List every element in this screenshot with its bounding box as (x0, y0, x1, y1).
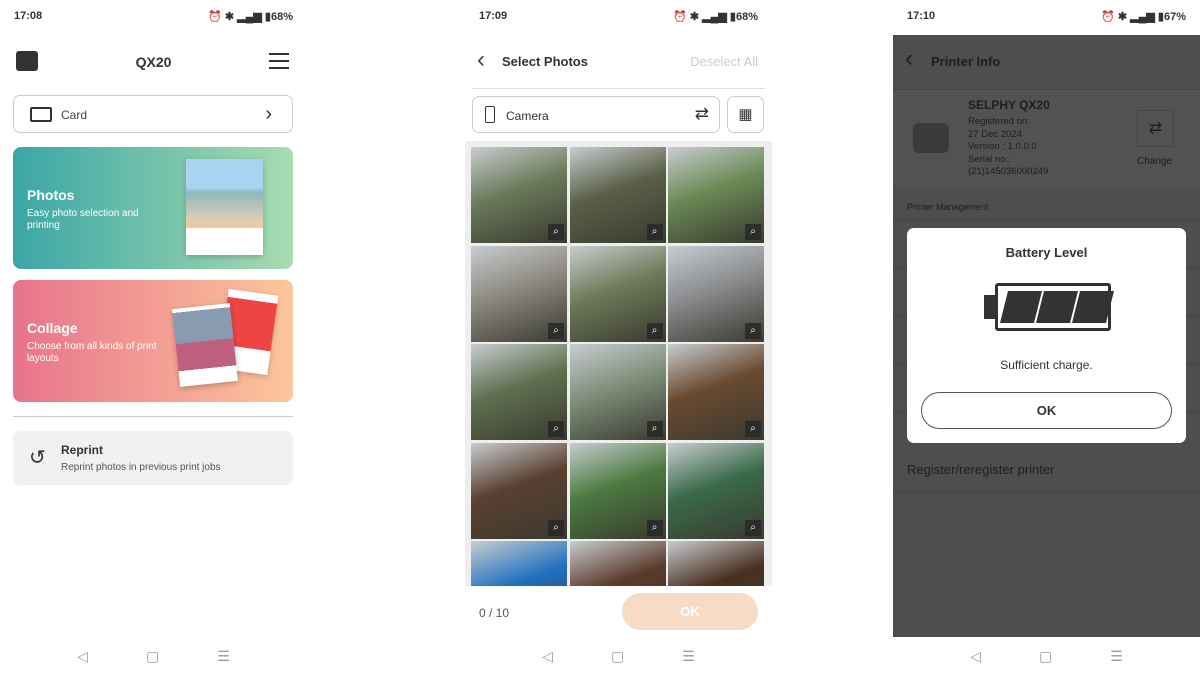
album-selector[interactable]: Camera ⇄ (472, 96, 720, 133)
calendar-button[interactable]: ▦ (727, 96, 764, 133)
status-battery: ⏰ ✱ ▂▄▆ ▮68% (208, 11, 293, 23)
back-nav-icon[interactable]: ◁ (77, 648, 88, 665)
reprint-card[interactable]: ↺ Reprint Reprint photos in previous pri… (13, 431, 293, 485)
printer-name: SELPHY QX20 (968, 98, 1050, 112)
page-title: Select Photos (502, 54, 588, 69)
photo-thumbnail[interactable]: ⌕ (471, 147, 567, 243)
ok-button[interactable]: OK (622, 593, 758, 630)
home-nav-icon[interactable]: ▢ (611, 648, 624, 665)
status-bar: 17:09 ⏰ ✱ ▂▄▆ ▮68% (479, 10, 758, 23)
status-time: 17:08 (14, 10, 43, 22)
page-title: QX20 (135, 54, 172, 70)
back-nav-icon[interactable]: ◁ (542, 648, 553, 665)
zoom-icon[interactable]: ⌕ (745, 224, 761, 240)
photo-thumbnail[interactable]: ⌕ (668, 442, 764, 539)
zoom-icon[interactable]: ⌕ (548, 519, 564, 536)
status-time: 17:10 (907, 10, 936, 22)
change-printer-button[interactable]: ⇄ (1137, 110, 1174, 147)
zoom-icon[interactable]: ⌕ (745, 421, 761, 437)
page-title: Printer Info (931, 54, 1001, 69)
back-icon[interactable]: ‹ (905, 45, 913, 73)
photo-thumbnail[interactable]: ⌕ (569, 147, 666, 243)
header: QX20 (0, 50, 307, 74)
back-nav-icon[interactable]: ◁ (970, 648, 981, 665)
zoom-icon[interactable]: ⌕ (548, 421, 564, 437)
reprint-subtitle: Reprint photos in previous print jobs (61, 462, 221, 473)
selection-count: 0 / 10 (479, 606, 510, 620)
zoom-icon[interactable]: ⌕ (548, 322, 564, 339)
dialog-message: Sufficient charge. (1000, 358, 1093, 372)
status-time: 17:09 (479, 10, 508, 22)
source-selector[interactable]: Card › (13, 95, 293, 133)
home-nav-icon[interactable]: ▢ (146, 648, 159, 665)
status-bar: 17:10 ⏰ ✱ ▂▄▆ ▮67% (907, 10, 1186, 23)
album-label: Camera (506, 109, 549, 123)
photo-thumbnail[interactable]: ⌕ (569, 245, 666, 342)
swap-icon: ⇄ (694, 104, 709, 123)
status-battery: ⏰ ✱ ▂▄▆ ▮68% (673, 11, 758, 23)
battery-dialog: Battery Level Sufficient charge. OK (907, 228, 1186, 443)
printer-image (913, 123, 949, 153)
beach-photo-image (186, 159, 263, 255)
calendar-icon: ▦ (738, 106, 753, 123)
status-bar: 17:08 ⏰ ✱ ▂▄▆ ▮68% (14, 10, 293, 23)
divider (13, 416, 293, 417)
system-nav: ◁ ▢ ☰ (0, 648, 307, 665)
photo-thumbnail[interactable] (569, 541, 666, 586)
photos-subtitle: Easy photo selection and printing (27, 208, 139, 231)
divider (472, 88, 765, 89)
back-icon[interactable]: ‹ (477, 46, 485, 74)
zoom-icon[interactable]: ⌕ (646, 519, 663, 536)
system-nav: ◁ ▢ ☰ (465, 648, 772, 665)
collage-card[interactable]: Collage Choose from all kinds of print l… (13, 280, 293, 402)
photo-thumbnail[interactable]: ⌕ (569, 442, 666, 539)
register-printer-row[interactable]: Register/reregister printer (893, 446, 1200, 493)
collage-subtitle: Choose from all kinds of print layouts (27, 341, 157, 364)
photo-thumbnail[interactable] (668, 541, 764, 586)
change-label: Change (1137, 156, 1173, 167)
source-label: Card (61, 108, 88, 122)
photo-thumbnail[interactable]: ⌕ (471, 245, 567, 342)
zoom-icon[interactable]: ⌕ (548, 224, 564, 240)
history-icon: ↺ (29, 447, 46, 469)
zoom-icon[interactable]: ⌕ (745, 519, 761, 536)
zoom-icon[interactable]: ⌕ (646, 322, 663, 339)
printer-details: Registered on: 27 Dec 2024 Version : 1.0.0… (968, 116, 1049, 177)
photo-thumbnail[interactable]: ⌕ (471, 442, 567, 539)
photo-thumbnail[interactable]: ⌕ (668, 245, 764, 342)
zoom-icon[interactable]: ⌕ (745, 322, 761, 339)
deselect-all-button[interactable]: Deselect All (690, 54, 758, 69)
photo-thumbnail[interactable]: ⌕ (668, 147, 764, 243)
header: ‹ Select Photos Deselect All (465, 46, 772, 74)
register-label: Register/reregister printer (907, 462, 1055, 477)
system-nav: ◁ ▢ ☰ (893, 648, 1200, 665)
recents-nav-icon[interactable]: ☰ (682, 648, 695, 665)
section-header: Printer Management (907, 202, 989, 212)
card-icon (30, 107, 52, 122)
photos-card[interactable]: Photos Easy photo selection and printing (13, 147, 293, 269)
photo-thumbnail[interactable] (471, 541, 567, 586)
zoom-icon[interactable]: ⌕ (646, 421, 663, 437)
photo-thumbnail[interactable]: ⌕ (668, 344, 764, 440)
collage-sample-image (172, 303, 238, 387)
recents-nav-icon[interactable]: ☰ (1110, 648, 1123, 665)
home-screen: 17:08 ⏰ ✱ ▂▄▆ ▮68% QX20 Card › Photos Eas… (0, 0, 307, 675)
collage-title: Collage (27, 320, 78, 336)
home-nav-icon[interactable]: ▢ (1039, 648, 1052, 665)
photo-thumbnail[interactable]: ⌕ (471, 344, 567, 440)
photo-grid[interactable]: ⌕ ⌕ ⌕ ⌕ ⌕ ⌕ ⌕ ⌕ ⌕ ⌕ ⌕ ⌕ (465, 141, 772, 586)
recents-nav-icon[interactable]: ☰ (217, 648, 230, 665)
printer-info-card: SELPHY QX20 Registered on: 27 Dec 2024 Ver… (893, 89, 1200, 187)
photo-thumbnail[interactable]: ⌕ (569, 344, 666, 440)
reprint-title: Reprint (61, 443, 103, 457)
menu-icon[interactable] (269, 53, 289, 69)
status-battery: ⏰ ✱ ▂▄▆ ▮67% (1101, 11, 1186, 23)
photos-title: Photos (27, 187, 75, 203)
dialog-title: Battery Level (1005, 245, 1088, 260)
zoom-icon[interactable]: ⌕ (646, 224, 663, 240)
dialog-ok-button[interactable]: OK (921, 392, 1172, 429)
chevron-right-icon: › (265, 103, 272, 125)
phone-icon (485, 106, 495, 123)
